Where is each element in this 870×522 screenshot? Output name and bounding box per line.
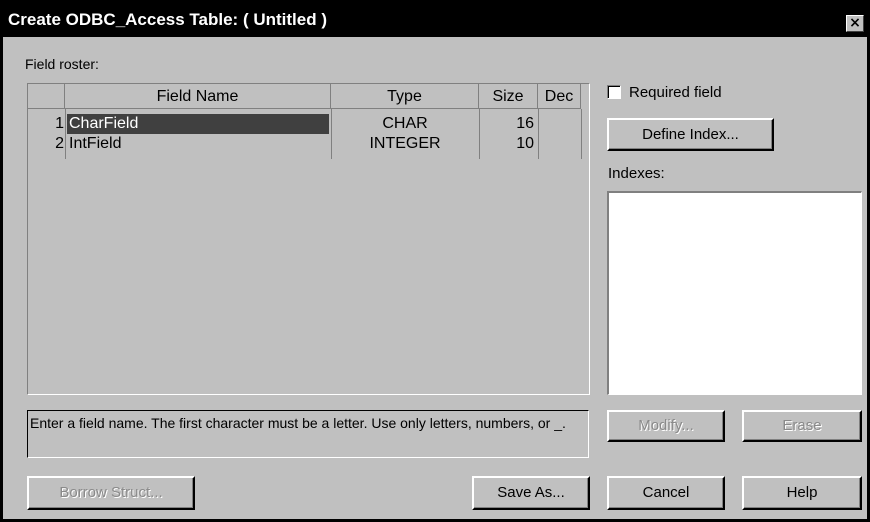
indexes-label-text: Indexes: <box>608 165 665 182</box>
borrow-struct-button[interactable]: Borrow Struct... <box>27 476 195 510</box>
save-as-label: Save As... <box>497 484 565 501</box>
field-size-cell[interactable]: 10 <box>479 134 534 154</box>
help-button[interactable]: Help <box>742 476 862 510</box>
field-type-cell[interactable]: INTEGER <box>331 134 479 154</box>
table-row[interactable]: 1 CharField CHAR 16 <box>28 114 589 134</box>
modify-button[interactable]: Modify... <box>607 410 725 442</box>
erase-button[interactable]: Erase <box>742 410 862 442</box>
field-roster-label-text: Field roster: <box>25 56 99 72</box>
save-as-button[interactable]: Save As... <box>472 476 590 510</box>
field-roster-label: Field roster: <box>25 56 99 72</box>
erase-label: Erase <box>782 417 822 434</box>
field-roster-grid[interactable]: Field Name Type Size Dec 1 CharField CHA… <box>27 83 590 395</box>
row-number: 1 <box>55 115 64 132</box>
required-field-label[interactable]: Required field <box>629 84 722 101</box>
field-size-cell[interactable]: 16 <box>479 114 534 134</box>
table-row[interactable]: 2 IntField INTEGER 10 <box>28 134 589 154</box>
column-header-dec[interactable]: Dec <box>538 84 581 109</box>
column-header-size[interactable]: Size <box>479 84 538 109</box>
define-index-button[interactable]: Define Index... <box>607 118 774 151</box>
modify-label: Modify... <box>638 417 694 434</box>
create-table-dialog: Create ODBC_Access Table: ( Untitled ) ×… <box>0 0 870 522</box>
column-header-number <box>28 84 65 109</box>
column-header-type[interactable]: Type <box>331 84 479 109</box>
column-header-field-name[interactable]: Field Name <box>65 84 331 109</box>
indexes-label: Indexes: <box>608 165 665 182</box>
status-message-box: Enter a field name. The first character … <box>27 410 589 458</box>
define-index-label: Define Index... <box>642 126 739 143</box>
cancel-label: Cancel <box>642 484 690 501</box>
field-name-cell[interactable]: IntField <box>67 134 329 154</box>
status-message: Enter a field name. The first character … <box>30 415 566 431</box>
cancel-button[interactable]: Cancel <box>607 476 725 510</box>
title-bar[interactable]: Create ODBC_Access Table: ( Untitled ) × <box>3 3 867 37</box>
required-field-checkbox[interactable] <box>607 85 621 99</box>
close-icon: × <box>849 15 861 31</box>
close-button[interactable]: × <box>846 15 864 32</box>
help-label: Help <box>786 484 818 501</box>
field-type-cell[interactable]: CHAR <box>331 114 479 134</box>
borrow-struct-label: Borrow Struct... <box>59 484 163 501</box>
grid-header: Field Name Type Size Dec <box>28 84 589 109</box>
required-field-label-text: Required field <box>629 84 722 101</box>
field-name-cell[interactable]: CharField <box>67 114 329 134</box>
field-dec-cell[interactable] <box>538 114 581 134</box>
field-dec-cell[interactable] <box>538 134 581 154</box>
indexes-list[interactable] <box>607 191 862 395</box>
window-title: Create ODBC_Access Table: ( Untitled ) <box>8 10 327 29</box>
row-number: 2 <box>55 135 64 152</box>
